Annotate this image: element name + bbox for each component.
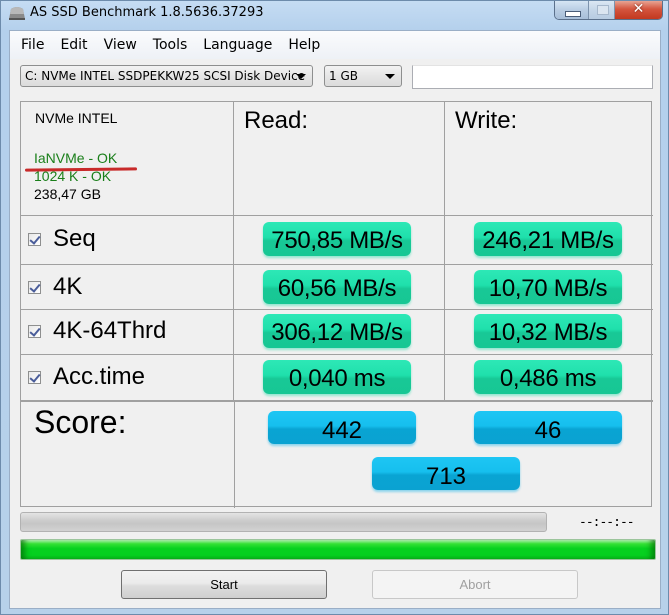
4k-64thrd-write-result: 10,32 MB/s: [474, 314, 622, 348]
window-title: AS SSD Benchmark 1.8.5636.37293: [30, 5, 264, 20]
test-row-acc-time: Acc.time: [28, 362, 145, 392]
score-label: Score:: [34, 404, 127, 440]
4k-write-result: 10,70 MB/s: [474, 270, 622, 304]
4k-label: 4K: [53, 273, 83, 300]
menu-view[interactable]: View: [96, 31, 145, 59]
close-button[interactable]: ✕: [615, 1, 662, 19]
seq-write-result: 246,21 MB/s: [474, 222, 622, 256]
write-score: 46: [474, 411, 622, 444]
read-column-header: Read:: [244, 107, 309, 134]
menu-language[interactable]: Language: [195, 31, 280, 59]
4k-64thrd-label: 4K-64Thrd: [53, 317, 167, 344]
4k-64thrd-checkbox[interactable]: [28, 324, 41, 338]
read-score: 442: [268, 411, 416, 444]
driver-status: IaNVMe - OK: [34, 150, 118, 166]
menu-bar: File Edit View Tools Language Help: [10, 31, 660, 59]
4k-64thrd-read-result: 306,12 MB/s: [263, 314, 411, 348]
start-button[interactable]: Start: [121, 570, 327, 599]
chevron-down-icon: [385, 74, 395, 79]
acc-time-write-result: 0,486 ms: [474, 360, 622, 394]
acc-time-label: Acc.time: [53, 363, 146, 390]
total-score: 713: [372, 457, 520, 490]
app-window: AS SSD Benchmark 1.8.5636.37293 ✕ File E…: [0, 0, 669, 615]
maximize-button[interactable]: [589, 1, 615, 19]
info-text-field[interactable]: [412, 65, 653, 89]
4k-checkbox[interactable]: [28, 280, 41, 294]
4k-read-result: 60,56 MB/s: [263, 270, 411, 304]
seq-read-result: 750,85 MB/s: [263, 222, 411, 256]
drive-select[interactable]: C: NVMe INTEL SSDPEKKW25 SCSI Disk Devic…: [20, 65, 313, 87]
chevron-down-icon: [296, 74, 306, 79]
test-row-4k: 4K: [28, 272, 82, 302]
title-bar[interactable]: AS SSD Benchmark 1.8.5636.37293 ✕: [1, 1, 668, 29]
test-row-4k-64thrd: 4K-64Thrd: [28, 316, 166, 346]
overall-progress-bar: [20, 539, 656, 560]
drive-select-value: C: NVMe INTEL SSDPEKKW25 SCSI Disk Devic…: [25, 69, 306, 83]
menu-tools[interactable]: Tools: [145, 31, 196, 59]
menu-edit[interactable]: Edit: [52, 31, 95, 59]
write-column-header: Write:: [455, 107, 518, 134]
menu-file[interactable]: File: [14, 31, 52, 59]
size-select[interactable]: 1 GB: [324, 65, 402, 87]
acc-time-checkbox[interactable]: [28, 370, 41, 384]
drive-name: NVMe INTEL: [35, 110, 118, 126]
minimize-button[interactable]: [555, 1, 589, 19]
close-icon: ✕: [632, 1, 645, 17]
drive-capacity: 238,47 GB: [34, 186, 101, 202]
alignment-status: 1024 K - OK: [34, 168, 112, 184]
caption-buttons: ✕: [554, 1, 663, 20]
seq-checkbox[interactable]: [28, 232, 41, 246]
abort-button[interactable]: Abort: [372, 570, 578, 599]
test-row-seq: Seq: [28, 224, 96, 254]
test-progress-bar: [20, 512, 547, 532]
elapsed-time: --:--:--: [579, 515, 635, 530]
drive-icon: [9, 7, 25, 20]
seq-label: Seq: [53, 225, 96, 252]
results-grid: NVMe INTEL IaNVMe - OK 1024 K - OK 238,4…: [20, 101, 653, 508]
acc-time-read-result: 0,040 ms: [263, 360, 411, 394]
overall-progress-fill: [21, 540, 655, 559]
client-area: File Edit View Tools Language Help C: NV…: [9, 30, 661, 609]
menu-help[interactable]: Help: [280, 31, 328, 59]
